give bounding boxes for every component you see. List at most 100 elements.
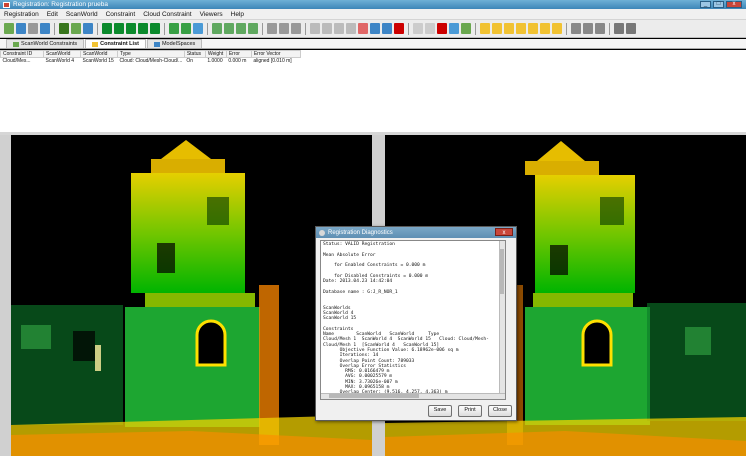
col-constraint-id[interactable]: Constraint ID (0, 50, 44, 58)
report-vertical-scrollbar[interactable] (499, 241, 505, 399)
constraint-green-1-icon[interactable] (102, 23, 112, 34)
col-scanworld-1[interactable]: ScanWorld (43, 50, 81, 58)
constraint-green-5-icon[interactable] (150, 23, 160, 34)
redo-icon[interactable] (425, 23, 435, 34)
undo-icon[interactable] (413, 23, 423, 34)
tool-e-icon[interactable] (516, 23, 526, 34)
constraints-table: Constraint ID ScanWorld ScanWorld Type S… (0, 50, 301, 64)
print-button[interactable]: Print (458, 405, 482, 417)
col-error-vector[interactable]: Error Vector (250, 50, 301, 58)
app-icon (3, 1, 10, 8)
cursor-icon[interactable] (310, 23, 320, 34)
cell-scanworld-1: ScanWorld 4 (45, 58, 75, 64)
registration-diagnostics-dialog: Registration Diagnostics x Status: VALID… (315, 226, 517, 421)
cloud-1-icon[interactable] (212, 23, 222, 34)
scanworld-pair-3-icon[interactable] (193, 23, 203, 34)
constraint-green-2-icon[interactable] (114, 23, 124, 34)
tab-label: ModelSpaces (161, 41, 196, 47)
cloud-4-icon[interactable] (248, 23, 258, 34)
menu-edit[interactable]: Edit (43, 11, 62, 18)
close-button[interactable]: x (726, 1, 742, 8)
toolbar (0, 20, 746, 38)
table-row[interactable]: Cloud/Mes... ScanWorld 4 ScanWorld 15 Cl… (1, 58, 301, 64)
menu-scanworld[interactable]: ScanWorld (62, 11, 102, 18)
select-icon[interactable] (322, 23, 332, 34)
col-weight[interactable]: Weight (204, 50, 227, 58)
save-button[interactable]: Save (428, 405, 452, 417)
tool-l-icon[interactable] (614, 23, 624, 34)
move-icon[interactable] (346, 23, 356, 34)
col-status[interactable]: Status (183, 50, 206, 58)
menu-registration[interactable]: Registration (0, 11, 43, 18)
tab-label: Constraint List (100, 41, 139, 47)
list-tab-icon (92, 41, 99, 47)
constraint-green-4-icon[interactable] (138, 23, 148, 34)
tool-h-icon[interactable] (552, 23, 562, 34)
dialog-app-icon (319, 229, 325, 236)
disable-icon[interactable] (437, 23, 447, 34)
tool-d-icon[interactable] (504, 23, 514, 34)
constraints-tab-icon (13, 41, 19, 47)
tab-label: ScanWorld Constraints (21, 41, 78, 47)
dialog-close-icon[interactable]: x (495, 228, 513, 236)
view-2-icon[interactable] (279, 23, 289, 34)
lock-icon[interactable] (358, 23, 368, 34)
col-error[interactable]: Error (225, 50, 252, 58)
minimize-button[interactable]: _ (700, 1, 711, 8)
tool-b-icon[interactable] (480, 23, 490, 34)
scanworld-pair-1-icon[interactable] (169, 23, 179, 34)
dialog-title-bar[interactable]: Registration Diagnostics x (316, 227, 516, 238)
delete-icon[interactable] (394, 23, 404, 34)
col-scanworld-2[interactable]: ScanWorld (80, 50, 118, 58)
constraint-green-3-icon[interactable] (126, 23, 136, 34)
scanworld-pair-2-icon[interactable] (181, 23, 191, 34)
cloud-2-icon[interactable] (224, 23, 234, 34)
tab-strip: ScanWorld Constraints Constraint List Mo… (0, 39, 746, 49)
menu-constraint[interactable]: Constraint (102, 11, 140, 18)
maximize-button[interactable]: □ (713, 1, 724, 8)
cloud-3-icon[interactable] (236, 23, 246, 34)
title-bar[interactable]: Registration: Registration prueba _ □ x (0, 0, 746, 9)
tool-g-icon[interactable] (540, 23, 550, 34)
menu-bar: Registration Edit ScanWorld Constraint C… (0, 9, 746, 20)
diagnostics-report-box[interactable]: Status: VALID Registration Mean Absolute… (320, 240, 506, 400)
enable-icon[interactable] (449, 23, 459, 34)
dialog-title: Registration Diagnostics (328, 229, 393, 236)
view-3-icon[interactable] (291, 23, 301, 34)
tool-i-icon[interactable] (571, 23, 581, 34)
tab-constraint-list[interactable]: Constraint List (85, 39, 146, 48)
modelspace-tab-icon (153, 41, 160, 47)
auto-add-icon[interactable] (59, 23, 69, 34)
close-dialog-button[interactable]: Close (488, 405, 512, 417)
diagnostics-report-text: Status: VALID Registration Mean Absolute… (323, 242, 489, 399)
menu-help[interactable]: Help (227, 11, 248, 18)
cell-scanworld-2: ScanWorld 15 (82, 58, 114, 64)
cell-weight: 1.0000 (207, 58, 223, 64)
remove-scanworld-icon[interactable] (16, 23, 26, 34)
register-icon[interactable] (370, 23, 380, 34)
tool-k-icon[interactable] (595, 23, 605, 34)
link-icon[interactable] (40, 23, 50, 34)
grid-icon[interactable] (71, 23, 81, 34)
tool-j-icon[interactable] (583, 23, 593, 34)
tool-f-icon[interactable] (528, 23, 538, 34)
add-scanworld-icon[interactable] (4, 23, 14, 34)
tool-c-icon[interactable] (492, 23, 502, 34)
target-icon[interactable] (83, 23, 93, 34)
refresh-icon[interactable] (28, 23, 38, 34)
view-1-icon[interactable] (267, 23, 277, 34)
menu-cloud-constraint[interactable]: Cloud Constraint (139, 11, 195, 18)
menu-viewers[interactable]: Viewers (196, 11, 227, 18)
group-icon[interactable] (382, 23, 392, 34)
col-type[interactable]: Type (117, 50, 185, 58)
tab-modelspaces[interactable]: ModelSpaces (146, 39, 203, 48)
tool-a-icon[interactable] (461, 23, 471, 34)
tab-scanworld-constraints[interactable]: ScanWorld Constraints (6, 39, 85, 48)
table-header: Constraint ID ScanWorld ScanWorld Type S… (0, 50, 301, 58)
cell-status: On (186, 58, 193, 64)
pick-icon[interactable] (334, 23, 344, 34)
cell-type: Cloud: Cloud/Mesh-Cloud/... (119, 58, 183, 64)
constraint-list-panel: Constraint ID ScanWorld ScanWorld Type S… (0, 50, 746, 132)
tool-m-icon[interactable] (626, 23, 636, 34)
report-horizontal-scrollbar[interactable] (321, 393, 505, 399)
